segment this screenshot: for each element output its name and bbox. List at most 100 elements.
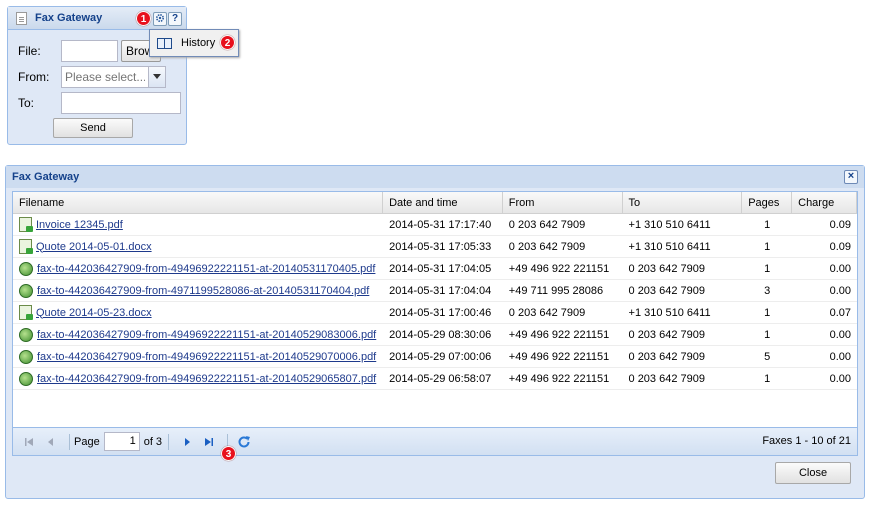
next-page-icon[interactable] — [179, 434, 195, 450]
cell-pages: 1 — [764, 372, 771, 385]
incoming-fax-icon — [19, 349, 33, 364]
cell-charge: 0.00 — [829, 284, 851, 297]
cell-pages: 1 — [764, 240, 771, 253]
cell-from: +49 711 995 28086 — [508, 284, 604, 297]
from-input[interactable] — [61, 66, 149, 88]
cell-from: 0 203 642 7909 — [508, 218, 586, 231]
menu-item-history[interactable]: History — [181, 37, 215, 49]
incoming-fax-icon — [19, 283, 33, 298]
cell-pages: 1 — [764, 328, 771, 341]
cell-date: 2014-05-31 17:17:40 — [389, 218, 492, 231]
filename-link[interactable]: fax-to-442036427909-from-49496922221151-… — [37, 373, 376, 385]
cell-filename: Quote 2014-05-01.docx — [13, 236, 383, 257]
callout-badge-3: 3 — [221, 446, 236, 461]
cell-to: 0 203 642 7909 — [628, 262, 705, 275]
column-header-from[interactable]: From — [503, 192, 623, 213]
file-input[interactable] — [61, 40, 118, 62]
cell-filename: fax-to-442036427909-from-49496922221151-… — [13, 368, 383, 389]
outgoing-document-icon — [19, 239, 33, 254]
cell-pages: 5 — [764, 350, 771, 363]
incoming-fax-icon — [19, 371, 33, 386]
send-button[interactable]: Send — [53, 118, 133, 138]
table-row[interactable]: Invoice 12345.pdf 2014-05-31 17:17:40 0 20… — [13, 214, 857, 236]
from-label: From: — [18, 70, 50, 84]
history-window-title: Fax Gateway — [12, 171, 80, 183]
refresh-icon[interactable] — [236, 434, 252, 450]
cell-date: 2014-05-31 17:04:04 — [389, 284, 492, 297]
help-button[interactable]: ? — [168, 12, 182, 26]
table-row[interactable]: fax-to-442036427909-from-49496922221151-… — [13, 346, 857, 368]
column-header-filename[interactable]: Filename — [13, 192, 384, 213]
cell-charge: 0.00 — [829, 372, 851, 385]
table-row[interactable]: fax-to-442036427909-from-49496922221151-… — [13, 324, 857, 346]
close-button[interactable]: Close — [775, 462, 851, 484]
cell-from: +49 496 922 221151 — [508, 350, 610, 363]
cell-date: 2014-05-29 06:58:07 — [389, 372, 492, 385]
cell-pages: 1 — [764, 218, 771, 231]
from-row: From: — [18, 66, 166, 88]
chevron-down-icon[interactable] — [149, 66, 166, 88]
page-label: Page — [74, 435, 100, 448]
cell-from: 0 203 642 7909 — [508, 240, 586, 253]
settings-menu: History 2 — [149, 29, 239, 57]
cell-from: 0 203 642 7909 — [508, 306, 586, 319]
cell-charge: 0.00 — [829, 328, 851, 341]
cell-charge: 0.07 — [829, 306, 851, 319]
table-row[interactable]: fax-to-442036427909-from-49496922221151-… — [13, 368, 857, 390]
cell-date: 2014-05-29 08:30:06 — [389, 328, 492, 341]
from-combobox[interactable] — [61, 66, 166, 88]
toolbar-separator — [69, 433, 70, 450]
cell-to: +1 310 510 6411 — [628, 218, 711, 231]
last-page-icon[interactable] — [201, 434, 217, 450]
filename-link[interactable]: fax-to-442036427909-from-4971199528086-a… — [37, 285, 369, 297]
cell-to: +1 310 510 6411 — [628, 240, 711, 253]
toolbar-separator — [168, 433, 170, 450]
gear-icon[interactable] — [153, 12, 167, 26]
cell-date: 2014-05-31 17:05:33 — [389, 240, 492, 253]
cell-from: +49 496 922 221151 — [508, 262, 610, 275]
table-row[interactable]: fax-to-442036427909-from-49496922221151-… — [13, 258, 857, 280]
first-page-icon[interactable] — [21, 434, 37, 450]
filename-link[interactable]: fax-to-442036427909-from-49496922221151-… — [37, 329, 376, 341]
incoming-fax-icon — [19, 327, 33, 342]
column-header-charge[interactable]: Charge — [792, 192, 857, 213]
cell-date: 2014-05-31 17:00:46 — [389, 306, 492, 319]
filename-link[interactable]: fax-to-442036427909-from-49496922221151-… — [37, 263, 375, 275]
document-icon — [16, 11, 27, 25]
prev-page-icon[interactable] — [43, 434, 59, 450]
cell-pages: 1 — [764, 306, 771, 319]
page-number-input[interactable]: 1 — [103, 432, 140, 451]
file-label: File: — [18, 44, 41, 58]
table-row[interactable]: fax-to-442036427909-from-4971199528086-a… — [13, 280, 857, 302]
table-row[interactable]: Quote 2014-05-23.docx 2014-05-31 17:00:46… — [13, 302, 857, 324]
to-input[interactable] — [61, 92, 181, 114]
cell-to: 0 203 642 7909 — [628, 328, 705, 341]
column-header-date[interactable]: Date and time — [383, 192, 503, 213]
grid-header: Filename Date and time From To Pages Cha… — [13, 192, 857, 214]
cell-from: +49 496 922 221151 — [508, 328, 610, 341]
filename-link[interactable]: Invoice 12345.pdf — [36, 219, 123, 231]
fax-form-panel: Fax Gateway ? 1 File: Browse... From: To… — [7, 6, 187, 145]
paging-toolbar: Page 1 of 3 Faxes 1 - 10 of 21 — [13, 427, 857, 455]
outgoing-document-icon — [19, 217, 33, 232]
cell-date: 2014-05-31 17:04:05 — [389, 262, 492, 275]
column-header-to[interactable]: To — [623, 192, 743, 213]
cell-charge: 0.09 — [829, 218, 851, 231]
to-label: To: — [18, 96, 35, 110]
cell-to: 0 203 642 7909 — [628, 284, 705, 297]
column-header-pages[interactable]: Pages — [742, 192, 793, 213]
cell-to: 0 203 642 7909 — [628, 372, 705, 385]
to-row: To: — [18, 92, 181, 114]
cell-filename: fax-to-442036427909-from-4971199528086-a… — [13, 280, 383, 301]
form-panel-header: Fax Gateway ? 1 — [8, 7, 186, 30]
filename-link[interactable]: Quote 2014-05-23.docx — [36, 307, 152, 319]
filename-link[interactable]: fax-to-442036427909-from-49496922221151-… — [37, 351, 376, 363]
incoming-fax-icon — [19, 261, 33, 276]
cell-to: 0 203 642 7909 — [628, 350, 705, 363]
close-icon[interactable]: × — [844, 170, 858, 184]
fax-history-window: Fax Gateway × Filename Date and time Fro… — [5, 165, 865, 499]
cell-charge: 0.00 — [829, 262, 851, 275]
filename-link[interactable]: Quote 2014-05-01.docx — [36, 241, 152, 253]
table-row[interactable]: Quote 2014-05-01.docx 2014-05-31 17:05:33… — [13, 236, 857, 258]
callout-badge-1: 1 — [136, 11, 151, 26]
